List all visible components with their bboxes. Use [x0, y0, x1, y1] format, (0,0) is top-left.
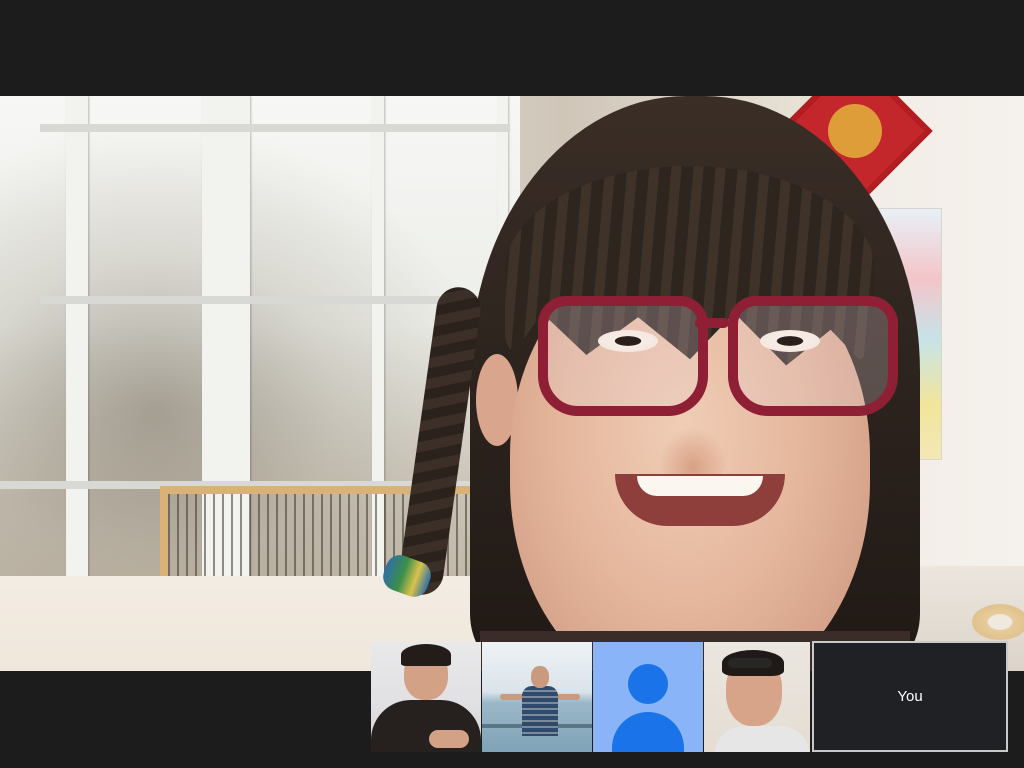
glasses-lens: [728, 296, 898, 416]
avatar-icon: [628, 664, 668, 704]
window-frame: [40, 124, 510, 132]
participant-tile-1[interactable]: [371, 642, 481, 752]
participant-head: [531, 666, 549, 688]
self-view-tile[interactable]: You: [812, 641, 1008, 752]
eye: [598, 330, 658, 352]
eye: [760, 330, 820, 352]
avatar-icon-body: [612, 712, 684, 752]
glasses: [500, 296, 898, 416]
participant-tile-4[interactable]: [704, 642, 810, 752]
participant-tile-2[interactable]: [482, 642, 592, 752]
participant-hands: [429, 730, 469, 748]
teeth: [637, 476, 763, 496]
meeting-stage: You: [0, 0, 1024, 768]
participant-body: [522, 686, 558, 736]
participant-hair: [401, 644, 451, 666]
participant-body: [714, 726, 810, 752]
main-speaker-video[interactable]: [0, 96, 1024, 671]
participant-tile-3[interactable]: [593, 642, 703, 752]
glasses-lens: [538, 296, 708, 416]
participant-glasses: [728, 658, 772, 668]
self-view-label: You: [897, 688, 923, 705]
mouth: [615, 474, 785, 526]
glasses-bridge: [695, 318, 729, 328]
tape-roll: [972, 604, 1024, 640]
deck-railing: [160, 486, 508, 584]
